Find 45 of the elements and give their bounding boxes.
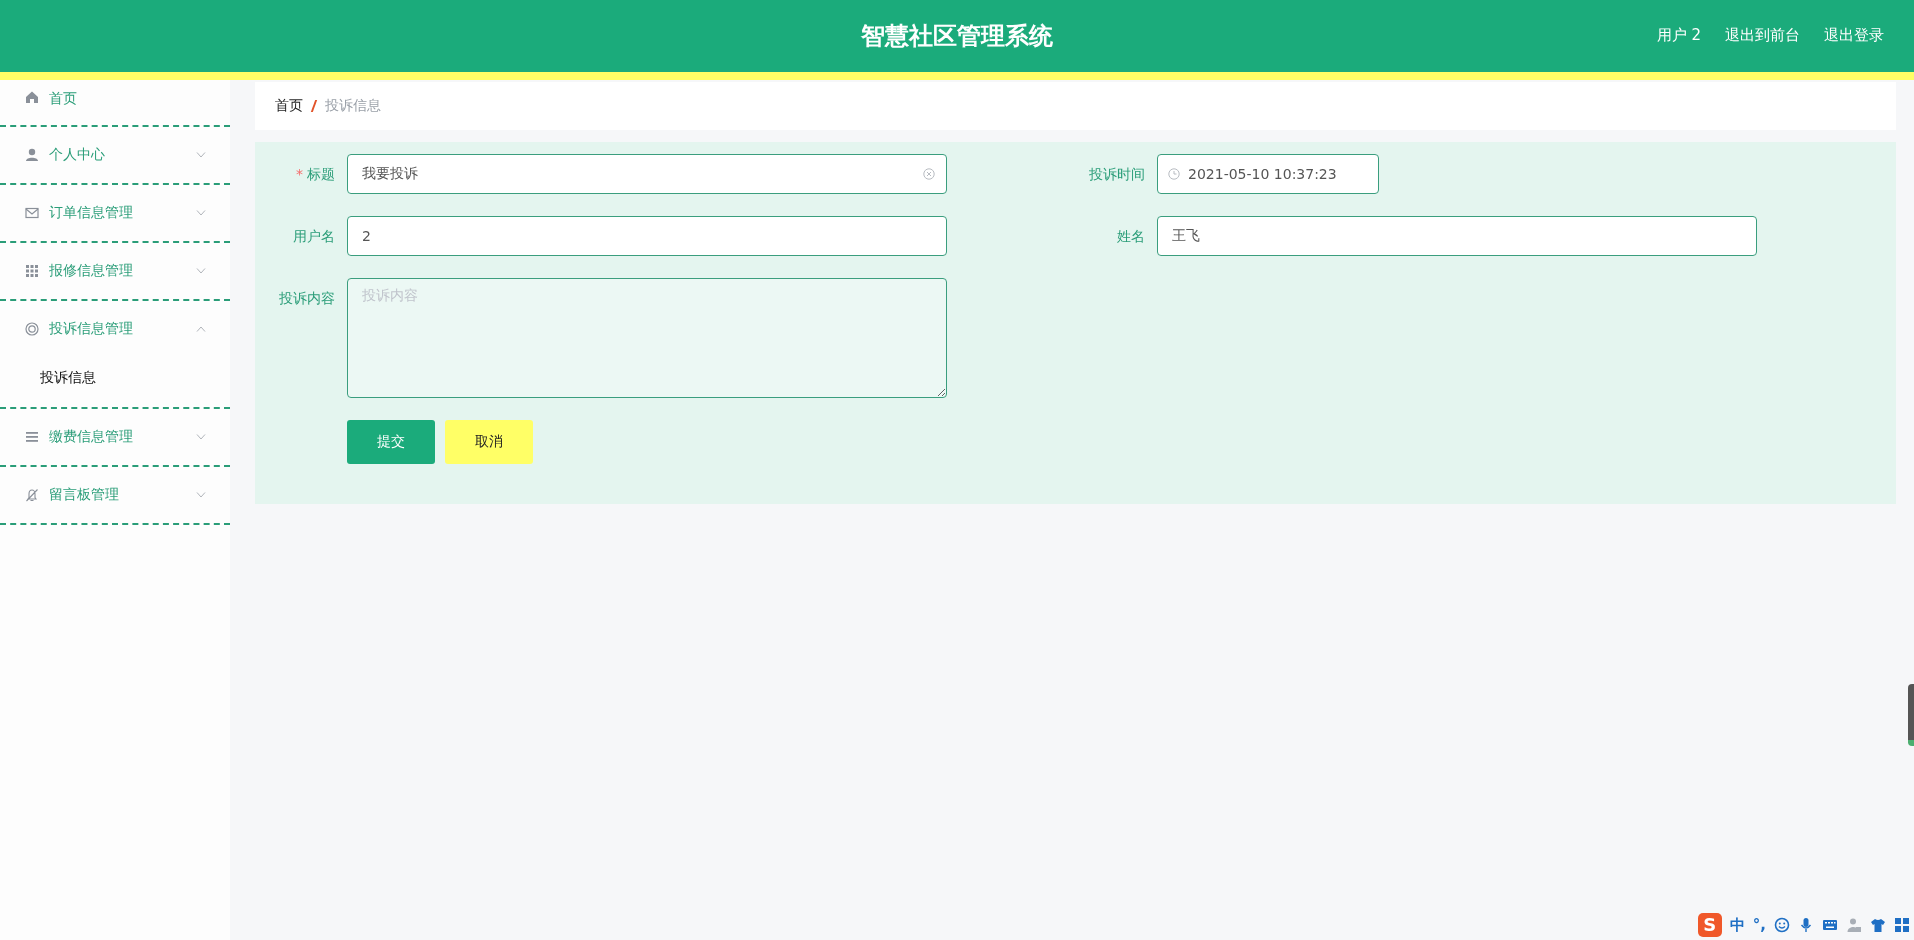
breadcrumb-item: 投诉信息 xyxy=(325,97,381,115)
clock-icon xyxy=(1168,168,1180,180)
ime-logo[interactable]: S xyxy=(1697,913,1722,937)
field-label: 标题 xyxy=(307,166,335,182)
submit-button[interactable]: 提交 xyxy=(347,420,435,464)
smiley-icon xyxy=(1774,917,1790,933)
required-mark: * xyxy=(296,166,303,182)
sidebar-menu-item[interactable]: 留言板管理 xyxy=(0,467,230,523)
breadcrumb-separator xyxy=(310,100,318,112)
header-link[interactable]: 退出到前台 xyxy=(1725,26,1800,45)
tiles-icon xyxy=(1894,917,1910,933)
lifebuoy-icon xyxy=(25,322,39,336)
bell-off-icon xyxy=(25,488,39,502)
microphone-icon xyxy=(1798,917,1814,933)
header-link[interactable]: 用户 2 xyxy=(1656,26,1701,45)
sidebar-menu-item[interactable]: 投诉信息管理 xyxy=(0,301,230,357)
person-lock-icon xyxy=(1846,917,1862,933)
text-field[interactable]: 我要投诉 xyxy=(347,154,947,194)
date-time-field[interactable]: 2021-05-10 10:37:23 xyxy=(1157,154,1379,194)
grid-icon xyxy=(25,264,39,278)
home-icon xyxy=(25,90,39,104)
sidebar-menu-item[interactable]: 个人中心 xyxy=(0,127,230,183)
header-link[interactable]: 退出登录 xyxy=(1824,26,1884,45)
text-field[interactable]: 王飞 xyxy=(1157,216,1757,256)
sidebar-menu-item[interactable]: 首页 xyxy=(0,80,230,125)
user-icon xyxy=(25,148,39,162)
breadcrumb-item[interactable]: 首页 xyxy=(275,97,303,115)
field-label: 用户名 xyxy=(293,228,335,244)
sidebar-submenu-item[interactable]: 投诉信息 xyxy=(0,357,230,407)
sidebar-menu-item[interactable]: 订单信息管理 xyxy=(0,185,230,241)
keyboard-icon xyxy=(1822,917,1838,933)
shirt-icon xyxy=(1870,917,1886,933)
sidebar-menu-item[interactable]: 缴费信息管理 xyxy=(0,409,230,465)
field-label: 投诉时间 xyxy=(1089,166,1145,182)
sidebar-menu-item[interactable]: 报修信息管理 xyxy=(0,243,230,299)
field-label: 姓名 xyxy=(1117,228,1145,244)
list-icon xyxy=(25,430,39,444)
cancel-button[interactable]: 取消 xyxy=(445,420,533,464)
text-field[interactable]: 2 xyxy=(347,216,947,256)
app-title: 智慧社区管理系统 xyxy=(861,21,1053,52)
side-widget xyxy=(1908,684,1914,746)
field-label: 投诉内容 xyxy=(279,290,335,306)
ime-button[interactable]: °, xyxy=(1752,916,1766,934)
envelope-icon xyxy=(25,206,39,220)
ime-button[interactable]: 中 xyxy=(1729,915,1745,935)
